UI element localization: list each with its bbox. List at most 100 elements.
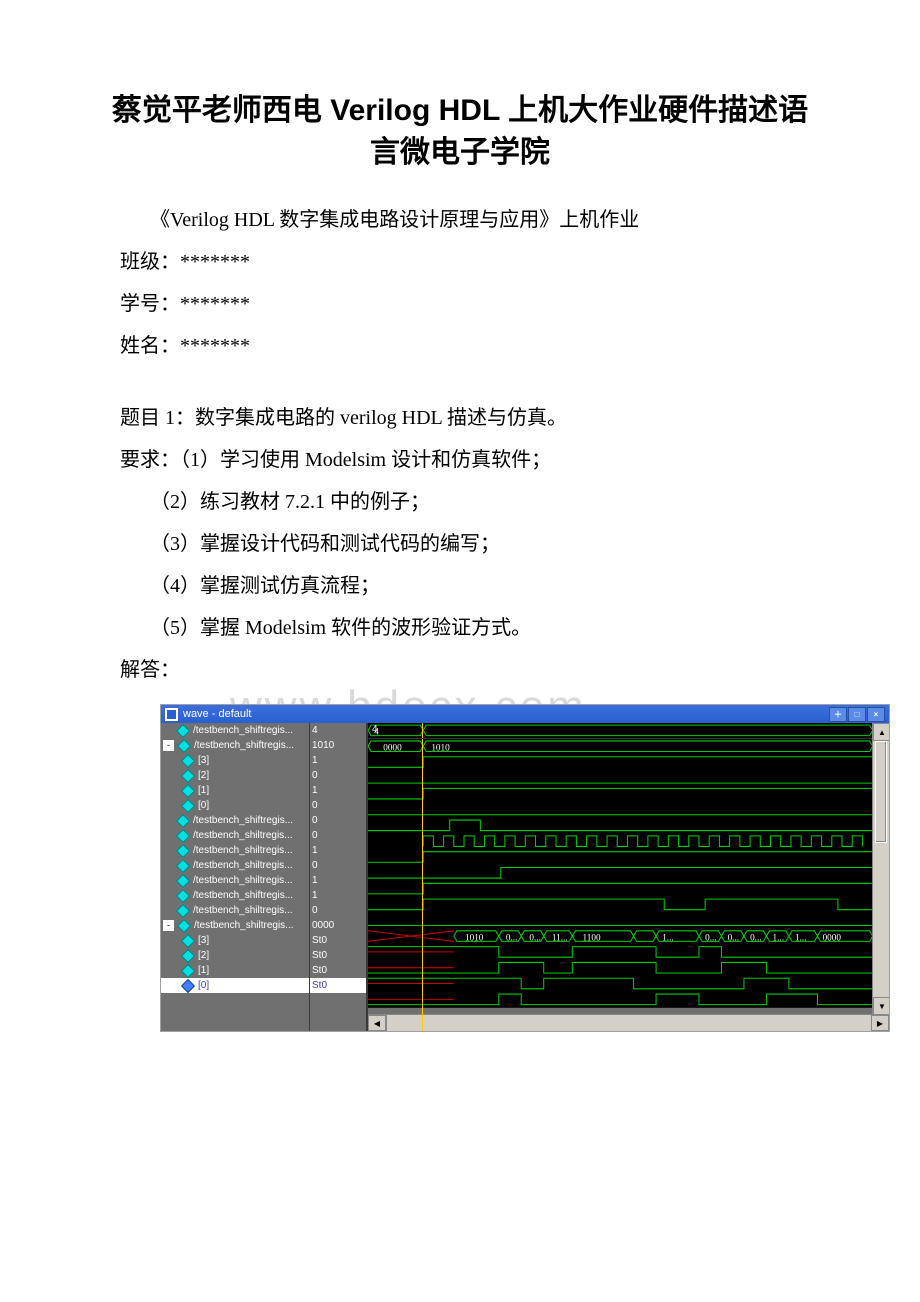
signal-value-cell[interactable]: 0 — [310, 858, 366, 873]
signal-value-cell[interactable]: 0000 — [310, 918, 366, 933]
signal-row[interactable]: /testbench_shiftregis... — [161, 888, 309, 903]
wave-titlebar[interactable]: wave - default ＋ □ × — [161, 705, 889, 723]
signal-row[interactable]: /testbench_shiltregis... — [161, 843, 309, 858]
signal-diamond-icon — [181, 783, 195, 797]
signal-diamond-icon — [176, 873, 190, 887]
signal-name-label: [3] — [198, 935, 209, 946]
signal-row[interactable]: /testbench_shiltregis... — [161, 903, 309, 918]
scroll-down-icon[interactable]: ▼ — [873, 997, 889, 1015]
field-class: 班级：******* — [110, 242, 810, 282]
signal-diamond-icon — [181, 768, 195, 782]
signal-diamond-icon — [176, 843, 190, 857]
tree-toggle-icon[interactable]: - — [163, 740, 174, 751]
svg-text:0...: 0... — [705, 933, 716, 943]
signal-row[interactable]: - /testbench_shiftregis... — [161, 738, 309, 753]
signal-value-cell[interactable]: 1010 — [310, 738, 366, 753]
scroll-left-icon[interactable]: ◀ — [368, 1015, 386, 1031]
maximize-button[interactable]: □ — [848, 707, 866, 722]
signal-diamond-icon — [176, 858, 190, 872]
wave-canvas[interactable]: 4 40000101010100...0...11...11001...0...… — [368, 723, 889, 1031]
wave-title: wave - default — [183, 708, 829, 720]
dock-button[interactable]: ＋ — [829, 707, 847, 722]
signal-row[interactable]: /testbench_shiftregis... — [161, 723, 309, 738]
signal-value-cell[interactable]: 0 — [310, 813, 366, 828]
signal-row[interactable]: [3] — [161, 753, 309, 768]
signal-value-cell[interactable]: St0 — [310, 948, 366, 963]
signal-row[interactable]: [1] — [161, 963, 309, 978]
svg-text:11...: 11... — [552, 933, 568, 943]
svg-text:1...: 1... — [773, 933, 784, 943]
signal-value-cell[interactable]: 0 — [310, 828, 366, 843]
wave-app-icon — [165, 708, 178, 721]
signal-name-label: /testbench_shiltregis... — [193, 845, 293, 856]
wave-window: wave - default ＋ □ × /testbench_shiftreg… — [160, 704, 890, 1032]
svg-text:1010: 1010 — [465, 933, 484, 943]
svg-text:1100: 1100 — [583, 933, 601, 943]
question-1-heading: 题目 1：数字集成电路的 verilog HDL 描述与仿真。 — [110, 398, 810, 438]
signal-value-cell[interactable]: 4 — [310, 723, 366, 738]
signal-name-column[interactable]: /testbench_shiftregis... - /testbench_shif… — [161, 723, 310, 1031]
signal-row[interactable]: - /testbench_shiltregis... — [161, 918, 309, 933]
scroll-track[interactable] — [386, 1015, 871, 1031]
signal-diamond-icon — [176, 828, 190, 842]
svg-text:1...: 1... — [795, 933, 806, 943]
scroll-right-icon[interactable]: ▶ — [871, 1015, 889, 1031]
scroll-thumb[interactable] — [875, 741, 887, 843]
signal-diamond-icon — [181, 963, 195, 977]
tree-toggle-icon[interactable]: - — [163, 920, 174, 931]
signal-diamond-icon — [177, 738, 191, 752]
signal-row[interactable]: /testbench_shiltregis... — [161, 828, 309, 843]
signal-value-cell[interactable]: 1 — [310, 843, 366, 858]
requirement-5: （5）掌握 Modelsim 软件的波形验证方式。 — [110, 608, 810, 648]
signal-value-cell[interactable]: St0 — [310, 933, 366, 948]
signal-row[interactable]: [0] — [161, 798, 309, 813]
signal-name-label: /testbench_shiltregis... — [194, 920, 294, 931]
signal-diamond-icon — [176, 888, 190, 902]
signal-value-cell[interactable]: 1 — [310, 753, 366, 768]
svg-text:0...: 0... — [506, 933, 517, 943]
signal-diamond-icon — [176, 903, 190, 917]
svg-text:1010: 1010 — [431, 743, 450, 753]
signal-diamond-icon — [177, 918, 191, 932]
signal-value-cell[interactable]: St0 — [310, 978, 366, 993]
close-button[interactable]: × — [867, 707, 885, 722]
signal-row[interactable]: [2] — [161, 948, 309, 963]
signal-value-cell[interactable]: 1 — [310, 873, 366, 888]
svg-text:0000: 0000 — [383, 743, 402, 753]
signal-name-label: [1] — [198, 785, 209, 796]
scroll-up-icon[interactable]: ▲ — [873, 723, 889, 741]
signal-value-cell[interactable]: 0 — [310, 768, 366, 783]
signal-value-cell[interactable]: 0 — [310, 903, 366, 918]
requirement-2: （2）练习教材 7.2.1 中的例子； — [110, 482, 810, 522]
signal-row[interactable]: [2] — [161, 768, 309, 783]
signal-value-cell[interactable]: 1 — [310, 783, 366, 798]
horizontal-scrollbar[interactable]: ◀ ▶ — [368, 1014, 889, 1031]
svg-text:0...: 0... — [529, 933, 540, 943]
signal-name-label: [1] — [198, 965, 209, 976]
wave-ruler: 4 — [368, 723, 889, 739]
signal-name-label: /testbench_shiftregis... — [193, 890, 293, 901]
signal-row[interactable]: [0] — [161, 978, 309, 993]
signal-row[interactable]: /testbench_shiltregis... — [161, 858, 309, 873]
signal-name-label: [0] — [198, 980, 209, 991]
signal-name-label: /testbench_shiftregis... — [194, 740, 294, 751]
signal-name-label: /testbench_shiltregis... — [193, 875, 293, 886]
signal-value-cell[interactable]: 0 — [310, 798, 366, 813]
svg-text:0...: 0... — [728, 933, 739, 943]
wave-cursor[interactable] — [422, 723, 423, 1031]
requirement-1: 要求：（1）学习使用 Modelsim 设计和仿真软件； — [110, 440, 810, 480]
signal-value-cell[interactable]: St0 — [310, 963, 366, 978]
signal-diamond-icon — [181, 933, 195, 947]
signal-name-label: /testbench_shiftregis... — [193, 725, 293, 736]
signal-row[interactable]: [3] — [161, 933, 309, 948]
signal-row[interactable]: /testbench_shiftregis... — [161, 813, 309, 828]
signal-value-cell[interactable]: 1 — [310, 888, 366, 903]
requirement-4: （4）掌握测试仿真流程； — [110, 566, 810, 606]
signal-value-column[interactable]: 41010101000101100000St0St0St0St0 — [310, 723, 368, 1031]
signal-row[interactable]: [1] — [161, 783, 309, 798]
signal-diamond-icon — [176, 813, 190, 827]
signal-row[interactable]: /testbench_shiltregis... — [161, 873, 309, 888]
vertical-scrollbar[interactable]: ▲ ▼ — [872, 723, 889, 1015]
requirement-3: （3）掌握设计代码和测试代码的编写； — [110, 524, 810, 564]
answer-label: 解答： — [110, 650, 810, 690]
